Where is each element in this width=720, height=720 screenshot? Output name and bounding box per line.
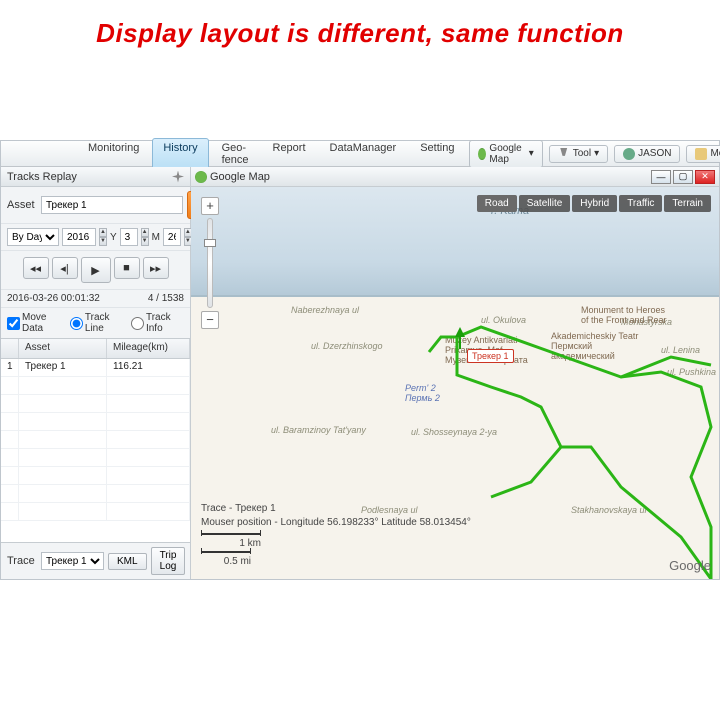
- trace-select[interactable]: Трекер 1: [41, 552, 104, 570]
- tab-datamanager[interactable]: DataManager: [319, 138, 408, 170]
- track-info-radio[interactable]: Track Info: [131, 312, 184, 334]
- trace-title: Trace - Трекер 1: [201, 502, 471, 516]
- tab-monitoring[interactable]: Monitoring: [77, 138, 150, 170]
- message-button[interactable]: Message: [686, 145, 720, 163]
- asset-grid: Asset Mileage(km) 1 Трекер 1 116.21: [1, 339, 190, 542]
- maptype-road[interactable]: Road: [477, 195, 517, 212]
- maptype-terrain[interactable]: Terrain: [664, 195, 711, 212]
- menubar: Monitoring History Geo-fence Report Data…: [1, 141, 719, 167]
- table-row: [1, 467, 190, 485]
- playback-controls: ◂◂ ◂| ▶ ■ ▸▸: [1, 251, 190, 290]
- col-asset-head: Asset: [19, 339, 107, 358]
- track-line-radio[interactable]: Track Line: [70, 312, 125, 334]
- play-button[interactable]: ▶: [81, 257, 111, 283]
- map-provider-dropdown[interactable]: Google Map ▾: [469, 140, 542, 168]
- table-row[interactable]: 1 Трекер 1 116.21: [1, 359, 190, 377]
- maptype-traffic[interactable]: Traffic: [619, 195, 662, 212]
- month-stepper[interactable]: ▲▼: [141, 228, 149, 246]
- globe-icon: [478, 148, 486, 160]
- trace-info: Trace - Трекер 1 Mouser position - Longi…: [201, 502, 471, 569]
- maptype-satellite[interactable]: Satellite: [519, 195, 571, 212]
- map-type-switch: Road Satellite Hybrid Traffic Terrain: [477, 195, 711, 212]
- scale-bar: 1 km 0.5 mi: [201, 533, 471, 569]
- maptype-hybrid[interactable]: Hybrid: [572, 195, 617, 212]
- first-button[interactable]: ◂◂: [23, 257, 49, 279]
- chevron-down-icon: ▾: [529, 148, 534, 159]
- month-label: M: [152, 232, 160, 243]
- year-label: Y: [110, 232, 117, 243]
- options-row: Move Data Track Line Track Info: [1, 308, 190, 339]
- globe-icon: [195, 171, 207, 183]
- maximize-button[interactable]: ▢: [673, 170, 693, 184]
- pin-icon[interactable]: [172, 171, 184, 183]
- banner-text: Display layout is different, same functi…: [0, 0, 720, 49]
- mouse-position: Mouser position - Longitude 56.198233° L…: [201, 516, 471, 530]
- table-row: [1, 503, 190, 521]
- user-button[interactable]: JASON: [614, 145, 680, 163]
- tracks-replay-panel: Tracks Replay Asset ✎ Clear By Day ▲▼ Y …: [1, 167, 191, 579]
- chevron-down-icon: ▾: [594, 148, 599, 159]
- tab-history[interactable]: History: [152, 138, 208, 170]
- day-input[interactable]: [163, 228, 181, 246]
- app-window: Monitoring History Geo-fence Report Data…: [0, 140, 720, 580]
- tool-icon: [558, 148, 570, 160]
- timestamp: 2016-03-26 00:01:32: [7, 293, 100, 304]
- year-input[interactable]: [62, 228, 96, 246]
- zoom-thumb[interactable]: [204, 239, 216, 247]
- last-button[interactable]: ▸▸: [143, 257, 169, 279]
- map-provider-label: Google Map: [489, 143, 525, 165]
- col-num-head: [1, 339, 19, 358]
- minimize-button[interactable]: —: [651, 170, 671, 184]
- table-row: [1, 431, 190, 449]
- zoom-in-button[interactable]: +: [201, 197, 219, 215]
- month-input[interactable]: [120, 228, 138, 246]
- status-row: 2016-03-26 00:01:32 4 / 1538: [1, 290, 190, 308]
- sidebar-bottom: Trace Трекер 1 KML Trip Log: [1, 542, 190, 579]
- prev-button[interactable]: ◂|: [52, 257, 78, 279]
- tab-report[interactable]: Report: [262, 138, 317, 170]
- range-mode-select[interactable]: By Day: [7, 228, 59, 246]
- stop-button[interactable]: ■: [114, 257, 140, 279]
- move-data-checkbox[interactable]: Move Data: [7, 312, 64, 334]
- close-button[interactable]: ✕: [695, 170, 715, 184]
- table-row: [1, 449, 190, 467]
- map-window-title: Google Map: [210, 171, 270, 183]
- right-toolbar: Google Map ▾ Tool ▾ JASON Message Exit: [469, 140, 720, 168]
- marker-label[interactable]: Трекер 1: [467, 349, 514, 363]
- col-mileage-head: Mileage(km): [107, 339, 190, 358]
- table-row: [1, 395, 190, 413]
- progress: 4 / 1538: [148, 293, 184, 304]
- trace-label: Trace: [7, 555, 37, 567]
- triplog-button[interactable]: Trip Log: [151, 547, 186, 575]
- message-icon: [695, 148, 707, 160]
- year-stepper[interactable]: ▲▼: [99, 228, 107, 246]
- table-row: [1, 485, 190, 503]
- map-canvas[interactable]: r. Kama Naberezhnaya ul ul. Okulova Mona…: [191, 187, 719, 579]
- zoom-control: + −: [201, 197, 219, 329]
- kml-button[interactable]: KML: [108, 553, 147, 570]
- panel-title: Tracks Replay: [1, 167, 190, 187]
- map-window-titlebar: Google Map — ▢ ✕: [191, 167, 719, 187]
- google-logo: Google: [669, 558, 711, 573]
- tool-button[interactable]: Tool ▾: [549, 145, 608, 163]
- tab-geofence[interactable]: Geo-fence: [211, 138, 260, 170]
- main-tabs: Monitoring History Geo-fence Report Data…: [77, 138, 465, 170]
- zoom-slider[interactable]: [207, 218, 213, 308]
- tab-setting[interactable]: Setting: [409, 138, 465, 170]
- asset-label: Asset: [7, 199, 37, 211]
- table-row: [1, 413, 190, 431]
- marker-icon[interactable]: [453, 327, 467, 349]
- user-icon: [623, 148, 635, 160]
- asset-input[interactable]: [41, 196, 183, 214]
- table-row: [1, 377, 190, 395]
- zoom-out-button[interactable]: −: [201, 311, 219, 329]
